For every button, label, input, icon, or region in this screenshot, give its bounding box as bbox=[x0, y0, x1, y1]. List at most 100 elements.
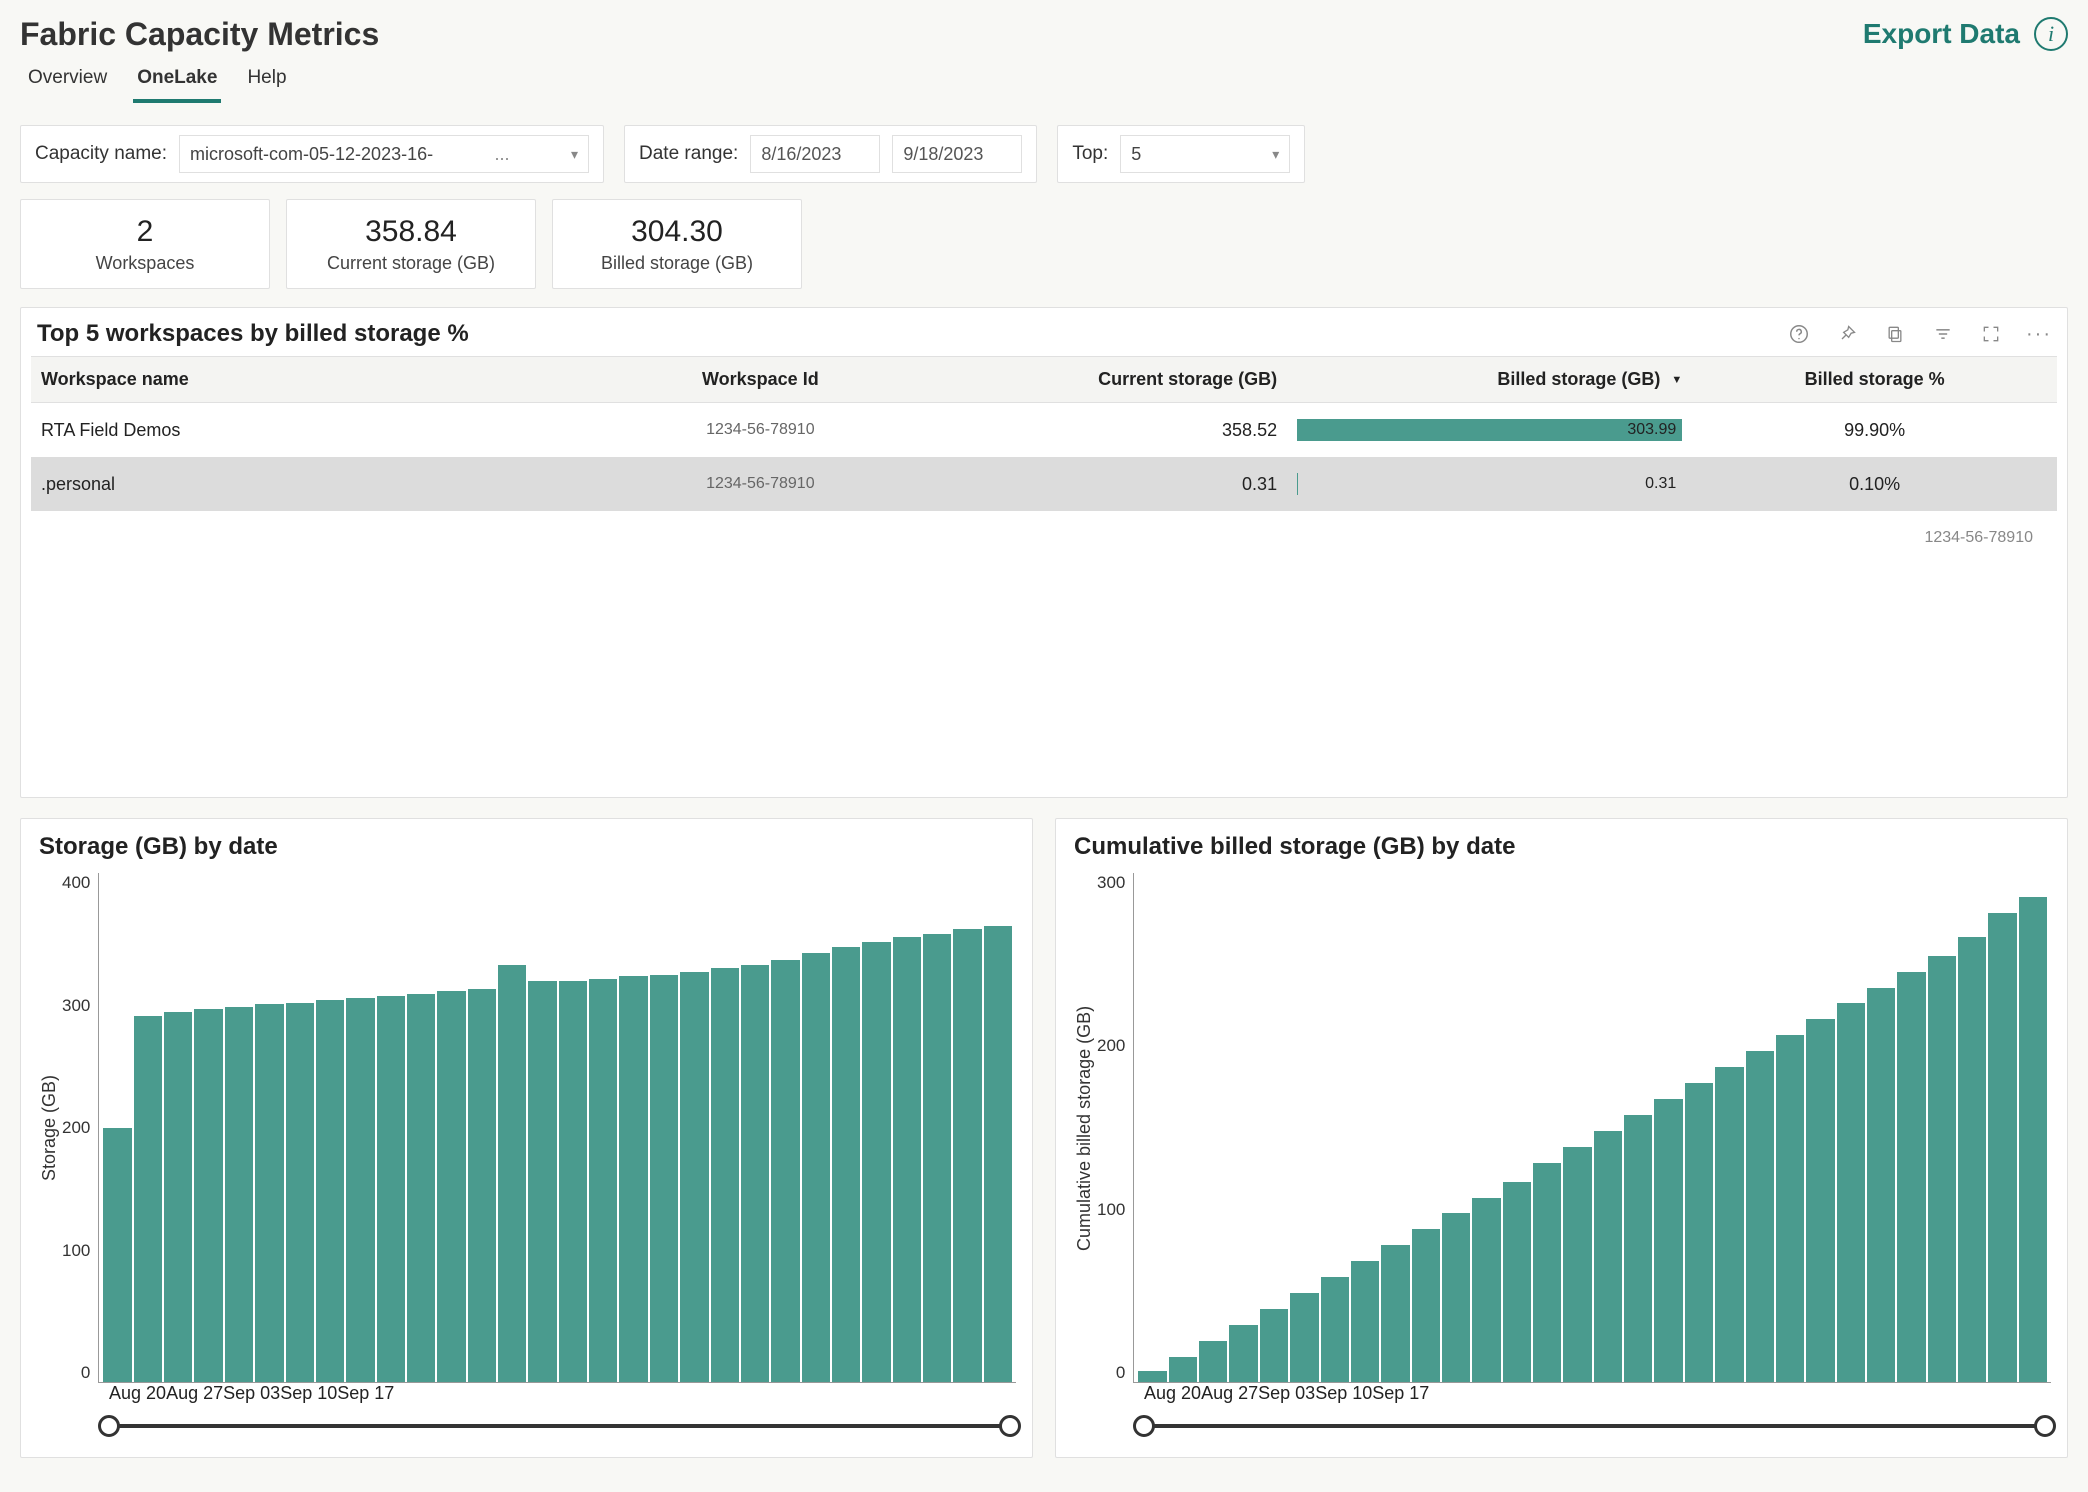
help-icon[interactable] bbox=[1787, 322, 1811, 346]
chart-bar[interactable] bbox=[255, 1004, 283, 1382]
chart-bar[interactable] bbox=[286, 1003, 314, 1382]
chart-bar[interactable] bbox=[1169, 1357, 1197, 1382]
top-dropdown[interactable]: 5 ▾ bbox=[1120, 135, 1290, 173]
x-tick: Aug 27 bbox=[166, 1383, 223, 1403]
info-icon[interactable]: i bbox=[2034, 17, 2068, 51]
copy-icon[interactable] bbox=[1883, 322, 1907, 346]
chart-bar[interactable] bbox=[528, 981, 556, 1382]
panel-title: Top 5 workspaces by billed storage % bbox=[37, 320, 469, 348]
col-current-storage[interactable]: Current storage (GB) bbox=[963, 357, 1287, 403]
chart-bar[interactable] bbox=[680, 972, 708, 1382]
cell-workspace-id: 1234-56-78910 bbox=[558, 457, 963, 511]
date-range-slider[interactable] bbox=[109, 1413, 1010, 1439]
chart-bar[interactable] bbox=[164, 1012, 192, 1382]
chart-bar[interactable] bbox=[1229, 1325, 1257, 1382]
chart-bar[interactable] bbox=[1806, 1019, 1834, 1382]
chart-bar[interactable] bbox=[711, 968, 739, 1382]
col-billed-storage[interactable]: Billed storage (GB) ▼ bbox=[1287, 357, 1692, 403]
tab-help[interactable]: Help bbox=[243, 59, 290, 103]
chart-bar[interactable] bbox=[1624, 1115, 1652, 1382]
chart-bar[interactable] bbox=[771, 960, 799, 1382]
focus-mode-icon[interactable] bbox=[1979, 322, 2003, 346]
chart-bar[interactable] bbox=[650, 975, 678, 1382]
chart-bar[interactable] bbox=[1776, 1035, 1804, 1382]
chart-bar[interactable] bbox=[893, 937, 921, 1382]
tab-onelake[interactable]: OneLake bbox=[133, 59, 221, 103]
slider-thumb-end[interactable] bbox=[999, 1415, 1021, 1437]
chart-bar[interactable] bbox=[1654, 1099, 1682, 1382]
chart-bar[interactable] bbox=[741, 965, 769, 1382]
date-start-input[interactable]: 8/16/2023 bbox=[750, 135, 880, 173]
chart-bar[interactable] bbox=[316, 1000, 344, 1382]
chart-bar[interactable] bbox=[1867, 988, 1895, 1382]
chart-bar[interactable] bbox=[1988, 913, 2016, 1382]
date-end-input[interactable]: 9/18/2023 bbox=[892, 135, 1022, 173]
chart-bar[interactable] bbox=[1412, 1229, 1440, 1382]
slider-thumb-start[interactable] bbox=[1133, 1415, 1155, 1437]
date-range-slider[interactable] bbox=[1144, 1413, 2045, 1439]
slider-thumb-end[interactable] bbox=[2034, 1415, 2056, 1437]
chart-bar[interactable] bbox=[1837, 1003, 1865, 1382]
col-workspace-id[interactable]: Workspace Id bbox=[558, 357, 963, 403]
chart-bar[interactable] bbox=[832, 947, 860, 1382]
chart-bar[interactable] bbox=[1503, 1182, 1531, 1382]
chevron-down-icon: ▾ bbox=[1272, 146, 1279, 163]
chart-bar[interactable] bbox=[407, 994, 435, 1382]
y-axis-ticks: 4003002001000 bbox=[62, 873, 98, 1383]
chart-bar[interactable] bbox=[984, 926, 1012, 1382]
chart-bar[interactable] bbox=[437, 991, 465, 1382]
export-data-button[interactable]: Export Data bbox=[1863, 18, 2020, 50]
chart-bar[interactable] bbox=[134, 1016, 162, 1382]
chart-bar[interactable] bbox=[1685, 1083, 1713, 1382]
chart-bar[interactable] bbox=[194, 1009, 222, 1382]
chart-bar[interactable] bbox=[1715, 1067, 1743, 1382]
chart-bar[interactable] bbox=[619, 976, 647, 1382]
chart-bar[interactable] bbox=[1290, 1293, 1318, 1382]
date-filter: Date range: 8/16/2023 9/18/2023 bbox=[624, 125, 1037, 183]
chart-bar[interactable] bbox=[498, 965, 526, 1382]
kpi-caption: Billed storage (GB) bbox=[601, 253, 753, 274]
chart-bar[interactable] bbox=[468, 989, 496, 1382]
chart-bar[interactable] bbox=[559, 981, 587, 1382]
chart-bar[interactable] bbox=[1472, 1198, 1500, 1383]
chart-bar[interactable] bbox=[225, 1007, 253, 1382]
chart-bar[interactable] bbox=[2019, 897, 2047, 1382]
chart-bar[interactable] bbox=[1533, 1163, 1561, 1383]
chart-bar[interactable] bbox=[1351, 1261, 1379, 1382]
chart-bar[interactable] bbox=[1897, 972, 1925, 1382]
chart-bar[interactable] bbox=[1442, 1213, 1470, 1382]
filter-icon[interactable] bbox=[1931, 322, 1955, 346]
cell-workspace-name: RTA Field Demos bbox=[31, 403, 558, 458]
chart-bar[interactable] bbox=[802, 953, 830, 1382]
chart-bar[interactable] bbox=[1928, 956, 1956, 1382]
pin-icon[interactable] bbox=[1835, 322, 1859, 346]
chart-bar[interactable] bbox=[1199, 1341, 1227, 1382]
chart-bar[interactable] bbox=[1594, 1131, 1622, 1382]
slider-thumb-start[interactable] bbox=[98, 1415, 120, 1437]
chart-bar[interactable] bbox=[1138, 1371, 1166, 1382]
x-tick: Aug 20 bbox=[109, 1383, 166, 1403]
chart-bar[interactable] bbox=[1958, 937, 1986, 1382]
chart-bar[interactable] bbox=[1321, 1277, 1349, 1382]
chart-bar[interactable] bbox=[923, 934, 951, 1382]
chart-bar[interactable] bbox=[103, 1128, 131, 1383]
chart-bar[interactable] bbox=[1563, 1147, 1591, 1382]
x-tick: Aug 27 bbox=[1201, 1383, 1258, 1403]
table-row[interactable]: .personal1234-56-789100.310.310.10% bbox=[31, 457, 2057, 511]
chart-bar[interactable] bbox=[1381, 1245, 1409, 1382]
chart-bar[interactable] bbox=[1746, 1051, 1774, 1382]
kpi-value: 304.30 bbox=[631, 215, 723, 249]
chart-bar[interactable] bbox=[1260, 1309, 1288, 1382]
more-options-icon[interactable]: ··· bbox=[2027, 322, 2051, 346]
chart-bar[interactable] bbox=[377, 996, 405, 1382]
col-workspace-name[interactable]: Workspace name bbox=[31, 357, 558, 403]
chart-bar[interactable] bbox=[953, 929, 981, 1382]
capacity-dropdown[interactable]: microsoft-com-05-12-2023-16- ... ▾ bbox=[179, 135, 589, 173]
table-row[interactable]: RTA Field Demos1234-56-78910358.52303.99… bbox=[31, 403, 2057, 458]
chart-bar[interactable] bbox=[346, 998, 374, 1382]
chart-bar[interactable] bbox=[589, 979, 617, 1382]
tab-overview[interactable]: Overview bbox=[24, 59, 111, 103]
chart-bar[interactable] bbox=[862, 942, 890, 1382]
col-billed-pct[interactable]: Billed storage % bbox=[1692, 357, 2057, 403]
kpi-workspaces: 2 Workspaces bbox=[20, 199, 270, 289]
